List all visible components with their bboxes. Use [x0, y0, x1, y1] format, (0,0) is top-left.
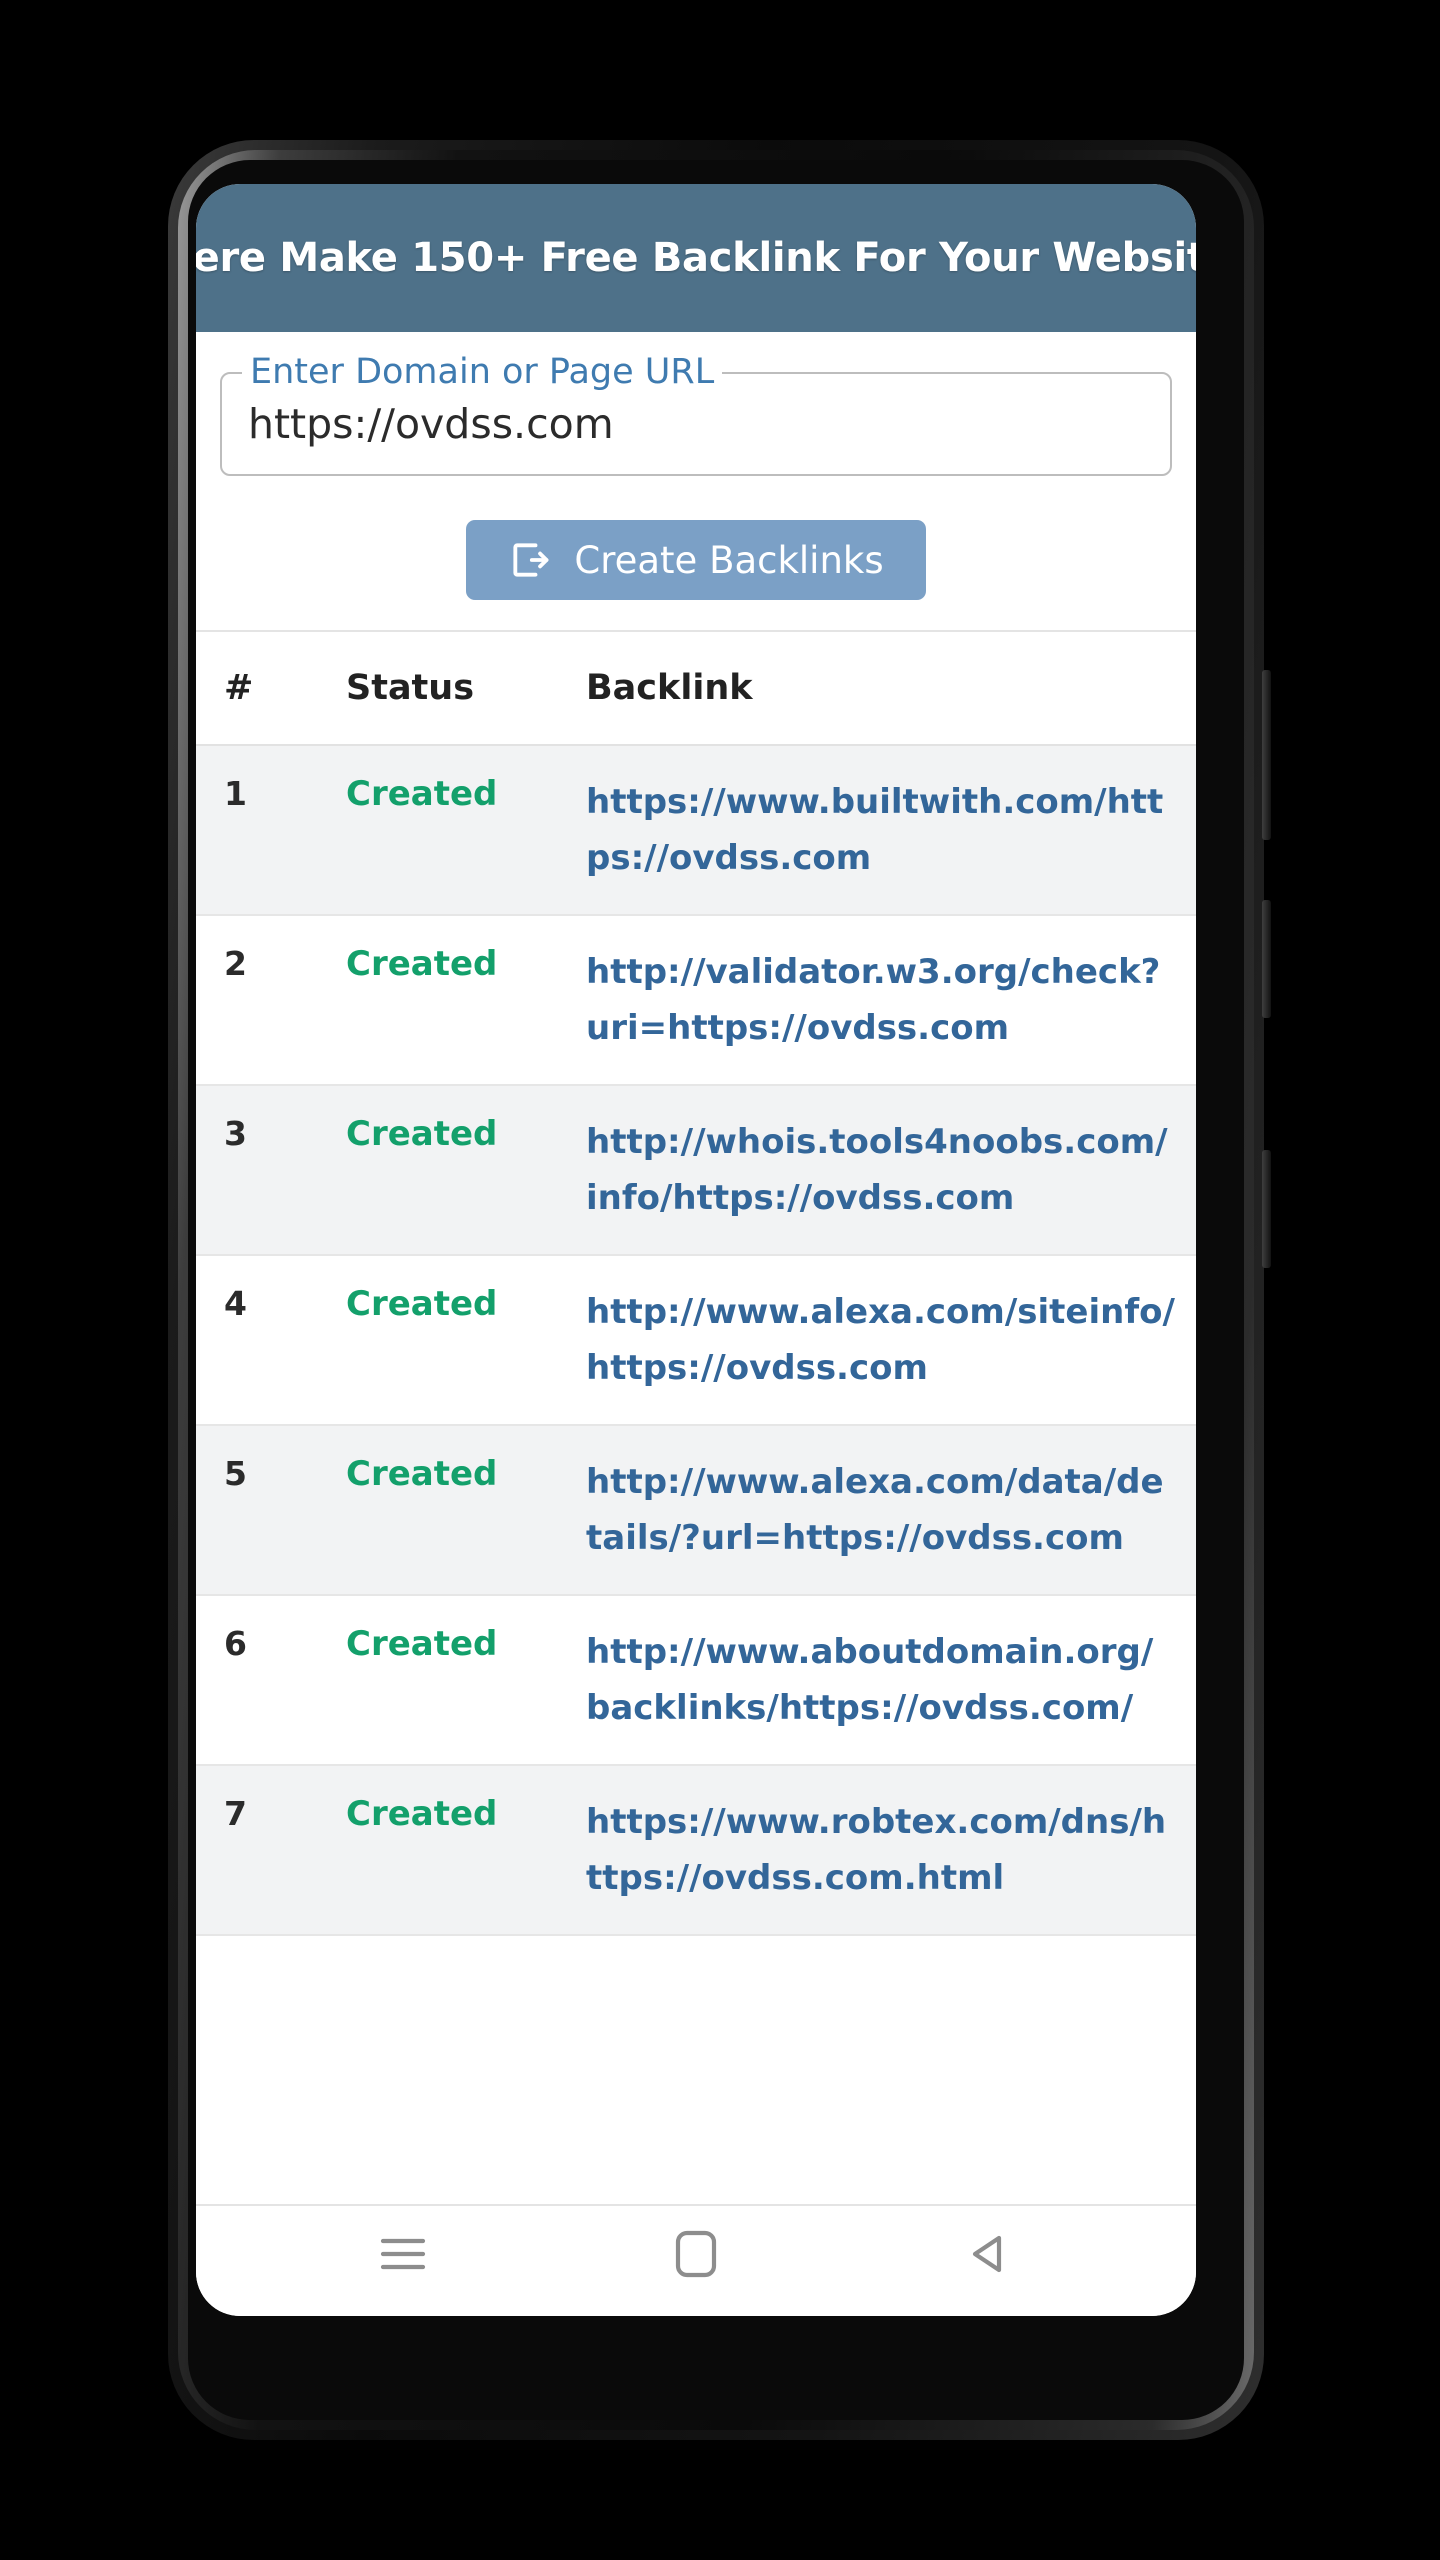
home-square-icon[interactable]: [648, 2218, 744, 2290]
submit-row: Create Backlinks: [220, 520, 1172, 600]
backlink-url-link[interactable]: http://www.alexa.com/siteinfo/https://ov…: [586, 1255, 1196, 1426]
column-header-backlink: Backlink: [586, 632, 1196, 746]
table-row: 3 Created http://whois.tools4noobs.com/inf…: [196, 1085, 1196, 1256]
row-number: 5: [196, 1425, 346, 1596]
create-backlinks-button[interactable]: Create Backlinks: [466, 520, 926, 600]
create-backlinks-label: Create Backlinks: [574, 538, 884, 582]
status-badge: Created: [346, 1425, 586, 1596]
row-number: 6: [196, 1595, 346, 1766]
backlink-table: # Status Backlink 1 Created https://www.bu…: [196, 632, 1196, 1936]
status-badge: Created: [346, 745, 586, 916]
power-button[interactable]: [1262, 670, 1271, 840]
table-row: 1 Created https://www.builtwith.com/https:…: [196, 745, 1196, 916]
table-row: 6 Created http://www.aboutdomain.org/backl…: [196, 1595, 1196, 1766]
backlink-url-link[interactable]: https://www.builtwith.com/https://ovdss.…: [586, 745, 1196, 916]
phone-screen: Here Make 150+ Free Backlink For Your We…: [196, 184, 1196, 2316]
volume-up-button[interactable]: [1262, 900, 1271, 1018]
row-number: 3: [196, 1085, 346, 1256]
recents-menu-icon[interactable]: [355, 2218, 451, 2290]
column-header-number: #: [196, 632, 346, 746]
table-row: 4 Created http://www.alexa.com/siteinfo/ht…: [196, 1255, 1196, 1426]
table-row: 5 Created http://www.alexa.com/data/detail…: [196, 1425, 1196, 1596]
domain-field-wrapper: Enter Domain or Page URL https://ovdss.c…: [220, 352, 1172, 476]
screenshot-root: Here Make 150+ Free Backlink For Your We…: [0, 0, 1440, 2560]
backlink-url-link[interactable]: http://whois.tools4noobs.com/info/https:…: [586, 1085, 1196, 1256]
volume-down-button[interactable]: [1262, 1150, 1271, 1268]
backlink-url-link[interactable]: http://www.alexa.com/data/details/?url=h…: [586, 1425, 1196, 1596]
backlink-url-link[interactable]: https://www.robtex.com/dns/https://ovdss…: [586, 1765, 1196, 1936]
page-title: Here Make 150+ Free Backlink For Your We…: [196, 235, 1196, 281]
table-head: # Status Backlink: [196, 632, 1196, 746]
status-badge: Created: [346, 915, 586, 1086]
android-navigation-bar: [196, 2204, 1196, 2316]
status-badge: Created: [346, 1765, 586, 1936]
back-triangle-icon[interactable]: [941, 2218, 1037, 2290]
status-badge: Created: [346, 1595, 586, 1766]
table-row: 2 Created http://validator.w3.org/check?ur…: [196, 915, 1196, 1086]
backlink-table-scroll[interactable]: # Status Backlink 1 Created https://www.bu…: [196, 632, 1196, 2204]
domain-input-value[interactable]: https://ovdss.com: [248, 400, 614, 448]
domain-input-legend: Enter Domain or Page URL: [242, 352, 723, 392]
row-number: 4: [196, 1255, 346, 1426]
backlink-url-link[interactable]: http://validator.w3.org/check?uri=https:…: [586, 915, 1196, 1086]
external-link-arrow-icon: [508, 538, 552, 582]
status-badge: Created: [346, 1085, 586, 1256]
table-row: 7 Created https://www.robtex.com/dns/https…: [196, 1765, 1196, 1936]
backlink-url-link[interactable]: http://www.aboutdomain.org/backlinks/htt…: [586, 1595, 1196, 1766]
status-badge: Created: [346, 1255, 586, 1426]
app-header: Here Make 150+ Free Backlink For Your We…: [196, 184, 1196, 332]
backlink-form: Enter Domain or Page URL https://ovdss.c…: [196, 332, 1196, 632]
table-body: 1 Created https://www.builtwith.com/https:…: [196, 745, 1196, 1936]
column-header-status: Status: [346, 632, 586, 746]
row-number: 1: [196, 745, 346, 916]
phone-device-frame: Here Make 150+ Free Backlink For Your We…: [168, 140, 1271, 2440]
row-number: 7: [196, 1765, 346, 1936]
row-number: 2: [196, 915, 346, 1086]
table-header-row: # Status Backlink: [196, 632, 1196, 746]
